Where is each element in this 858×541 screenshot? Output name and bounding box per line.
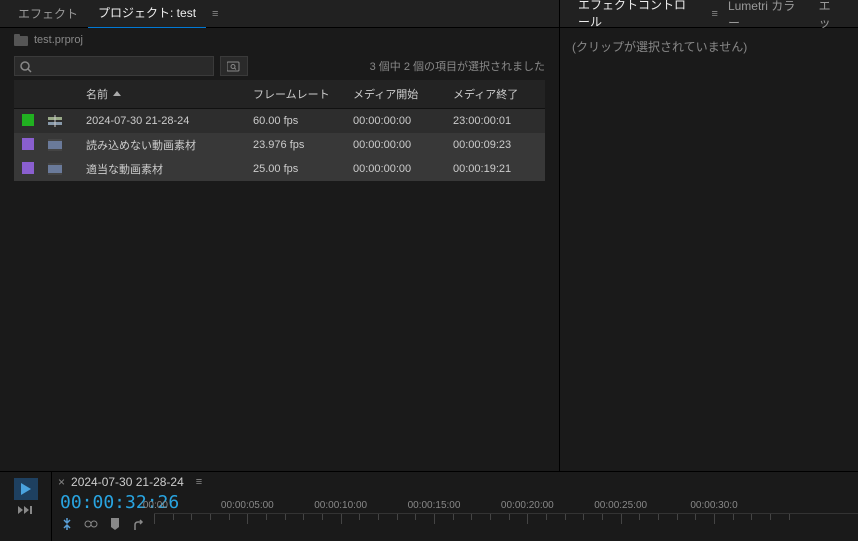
step-forward-icon[interactable] <box>17 504 35 516</box>
label-swatch[interactable] <box>22 162 34 174</box>
clip-name: 適当な動画素材 <box>78 161 245 177</box>
sequence-icon <box>48 115 62 127</box>
clip-media-end: 00:00:09:23 <box>445 139 545 151</box>
linked-selection-icon[interactable] <box>84 517 98 531</box>
clip-name: 2024-07-30 21-28-24 <box>78 115 245 127</box>
search-input[interactable] <box>14 56 214 76</box>
clip-framerate: 23.976 fps <box>245 139 345 151</box>
clip-media-start: 00:00:00:00 <box>345 115 445 127</box>
ruler-label: 00:00:30:0 <box>690 500 737 511</box>
project-panel-tabs: エフェクト プロジェクト: test ≡ <box>0 0 559 28</box>
clip-media-start: 00:00:00:00 <box>345 139 445 151</box>
column-media-end[interactable]: メディア終了 <box>445 80 545 108</box>
effect-controls-body: (クリップが選択されていません) <box>560 28 858 516</box>
project-path-row: test.prproj <box>0 28 559 52</box>
table-row[interactable]: 読み込めない動画素材23.976 fps00:00:00:0000:00:09:… <box>14 133 545 157</box>
table-row[interactable]: 適当な動画素材25.00 fps00:00:00:0000:00:19:21 <box>14 157 545 181</box>
clip-name: 読み込めない動画素材 <box>78 137 245 153</box>
tab-project[interactable]: プロジェクト: test <box>88 0 206 29</box>
tab-effects[interactable]: エフェクト <box>8 0 88 28</box>
sort-ascending-icon <box>112 90 122 98</box>
ruler-label: 00:00:05:00 <box>221 500 274 511</box>
column-media-start[interactable]: メディア開始 <box>345 80 445 108</box>
clip-icon <box>48 163 62 175</box>
ruler-label: 00:00:10:00 <box>314 500 367 511</box>
ruler-label: :00:00 <box>140 500 168 511</box>
project-bin-table: 名前 フレームレート メディア開始 メディア終了 2024-07-30 21-2… <box>0 80 559 500</box>
no-clip-message: (クリップが選択されていません) <box>572 40 747 54</box>
clip-framerate: 25.00 fps <box>245 163 345 175</box>
ruler-label: 00:00:15:00 <box>408 500 461 511</box>
project-icon <box>14 34 28 46</box>
effect-controls-tabs: エフェクトコントロール ≡ Lumetri カラー エッ <box>560 0 858 28</box>
clip-media-end: 23:00:00:01 <box>445 115 545 127</box>
clip-media-start: 00:00:00:00 <box>345 163 445 175</box>
table-body: 2024-07-30 21-28-2460.00 fps00:00:00:002… <box>14 109 545 500</box>
column-name[interactable]: 名前 <box>78 80 245 108</box>
timeline-tool-icons <box>52 513 154 535</box>
column-framerate[interactable]: フレームレート <box>245 80 345 108</box>
play-button[interactable] <box>14 478 38 500</box>
label-swatch[interactable] <box>22 138 34 150</box>
label-swatch[interactable] <box>22 114 34 126</box>
timeline-controls <box>0 472 52 541</box>
project-filename: test.prproj <box>34 34 83 46</box>
clip-icon <box>48 139 62 151</box>
table-row[interactable]: 2024-07-30 21-28-2460.00 fps00:00:00:002… <box>14 109 545 133</box>
ruler-label: 00:00:25:00 <box>594 500 647 511</box>
search-row: 3 個中 2 個の項目が選択されました <box>0 52 559 80</box>
sequence-tab[interactable]: × 2024-07-30 21-28-24 ≡ <box>52 472 858 492</box>
sequence-menu-icon[interactable]: ≡ <box>196 476 202 488</box>
selection-status: 3 個中 2 個の項目が選択されました <box>370 58 545 74</box>
search-in-bin-button[interactable] <box>220 56 248 76</box>
timeline-settings-icon[interactable] <box>132 517 146 531</box>
snap-icon[interactable] <box>60 517 74 531</box>
ruler-label: 00:00:20:00 <box>501 500 554 511</box>
time-ruler[interactable]: :00:0000:00:05:0000:00:10:0000:00:15:000… <box>154 513 858 531</box>
timeline-panel: × 2024-07-30 21-28-24 ≡ 00:00:32:26 :00:… <box>0 471 858 541</box>
panel-menu-icon[interactable]: ≡ <box>212 8 218 20</box>
close-sequence-icon[interactable]: × <box>58 475 65 489</box>
sequence-name: 2024-07-30 21-28-24 <box>71 475 184 489</box>
table-header: 名前 フレームレート メディア開始 メディア終了 <box>14 80 545 109</box>
clip-media-end: 00:00:19:21 <box>445 163 545 175</box>
marker-icon[interactable] <box>108 517 122 531</box>
clip-framerate: 60.00 fps <box>245 115 345 127</box>
